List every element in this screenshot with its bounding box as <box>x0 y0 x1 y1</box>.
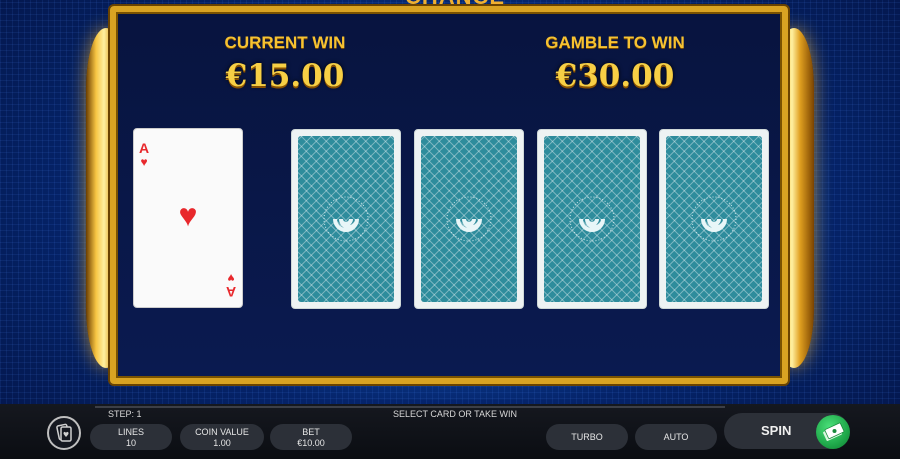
auto-button[interactable]: AUTO <box>635 424 717 450</box>
cards-menu-icon[interactable]: ♥ <box>47 416 81 450</box>
cash-stack-icon[interactable] <box>816 415 850 449</box>
choice-card-3[interactable] <box>537 129 647 309</box>
card-corner-top: A ♥ <box>139 141 149 169</box>
turbo-button[interactable]: TURBO <box>546 424 628 450</box>
heart-icon: ♥ <box>140 155 148 169</box>
lines-control[interactable]: LINES 10 <box>90 424 172 450</box>
card-corner-bottom: A ♥ <box>225 271 236 300</box>
bet-value: €10.00 <box>297 438 325 448</box>
card-logo-icon <box>691 196 737 242</box>
coin-value-control[interactable]: COIN VALUE 1.00 <box>180 424 264 450</box>
lines-value: 10 <box>125 438 136 448</box>
card-rank: A <box>139 140 150 156</box>
status-message: SELECT CARD OR TAKE WIN <box>392 409 518 419</box>
spin-label: SPIN <box>761 423 792 438</box>
dealer-card: A ♥ ♥ A ♥ <box>133 128 243 308</box>
gamble-to-win-label: GAMBLE TO WIN <box>545 33 685 52</box>
choice-card-4[interactable] <box>659 129 769 309</box>
card-logo-icon <box>569 196 615 242</box>
card-logo-icon <box>323 196 369 242</box>
panel-title: CHANCE <box>370 0 540 10</box>
cards-icon: ♥ <box>56 423 72 442</box>
coin-value-label: COIN VALUE <box>195 427 249 437</box>
choice-card-1[interactable] <box>291 129 401 309</box>
current-win-label: CURRENT WIN <box>224 33 346 52</box>
lines-label: LINES <box>117 427 144 437</box>
gamble-to-win-value: €30.00 <box>555 58 675 94</box>
bet-label: BET <box>302 427 320 437</box>
heart-icon: ♥ <box>227 271 235 285</box>
bet-control[interactable]: BET €10.00 <box>270 424 352 450</box>
card-rank-bottom: A <box>225 284 236 300</box>
coin-value: 1.00 <box>213 438 231 448</box>
bar-divider <box>95 406 725 408</box>
choice-card-2[interactable] <box>414 129 524 309</box>
svg-text:♥: ♥ <box>63 431 69 439</box>
step-indicator: STEP: 1 <box>108 409 142 419</box>
money-icon <box>823 422 845 442</box>
current-win-value: €15.00 <box>225 58 345 94</box>
heart-center-icon: ♥ <box>178 197 198 233</box>
card-logo-icon <box>446 196 492 242</box>
